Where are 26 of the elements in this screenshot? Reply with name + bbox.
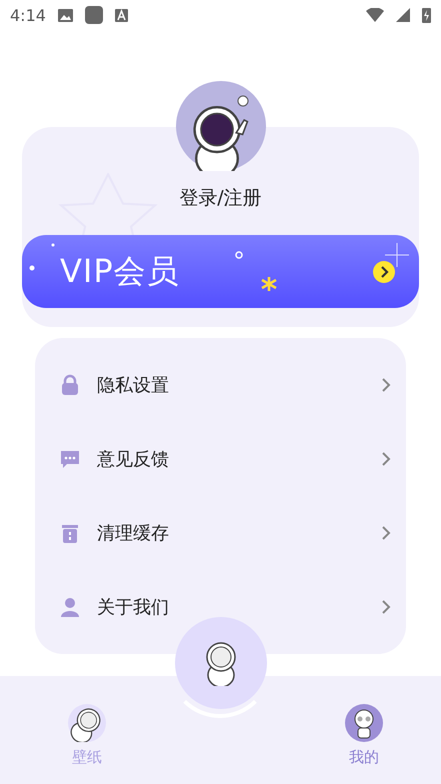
menu-item[interactable]: 隐私设置 <box>35 348 406 422</box>
trash-icon <box>59 522 81 544</box>
astronaut-icon <box>68 704 106 742</box>
person-icon <box>59 596 81 618</box>
avatar[interactable] <box>176 81 266 171</box>
lock-icon <box>59 374 81 396</box>
status-time: 4:14 <box>10 6 46 24</box>
menu-item[interactable]: 意见反馈 <box>35 422 406 496</box>
login-link[interactable]: 登录/注册 <box>179 185 262 211</box>
menu-item[interactable]: 清理缓存 <box>35 496 406 570</box>
robot-icon <box>345 704 383 742</box>
image-icon <box>58 8 73 22</box>
vip-title: VIP会员 <box>60 250 180 292</box>
chevron-icon <box>380 451 392 467</box>
message-icon <box>59 448 81 470</box>
chevron-icon <box>380 599 392 615</box>
chevron-icon <box>380 377 392 393</box>
battery-icon <box>422 7 431 23</box>
astronaut-icon <box>205 640 237 686</box>
menu-item[interactable]: 关于我们 <box>35 570 406 644</box>
app-icon <box>84 6 103 24</box>
signal-icon <box>396 8 410 22</box>
wifi-icon <box>366 8 384 22</box>
keyboard-icon <box>114 8 128 22</box>
chevron-icon <box>380 525 392 541</box>
vip-banner[interactable]: VIP会员 <box>22 235 419 308</box>
